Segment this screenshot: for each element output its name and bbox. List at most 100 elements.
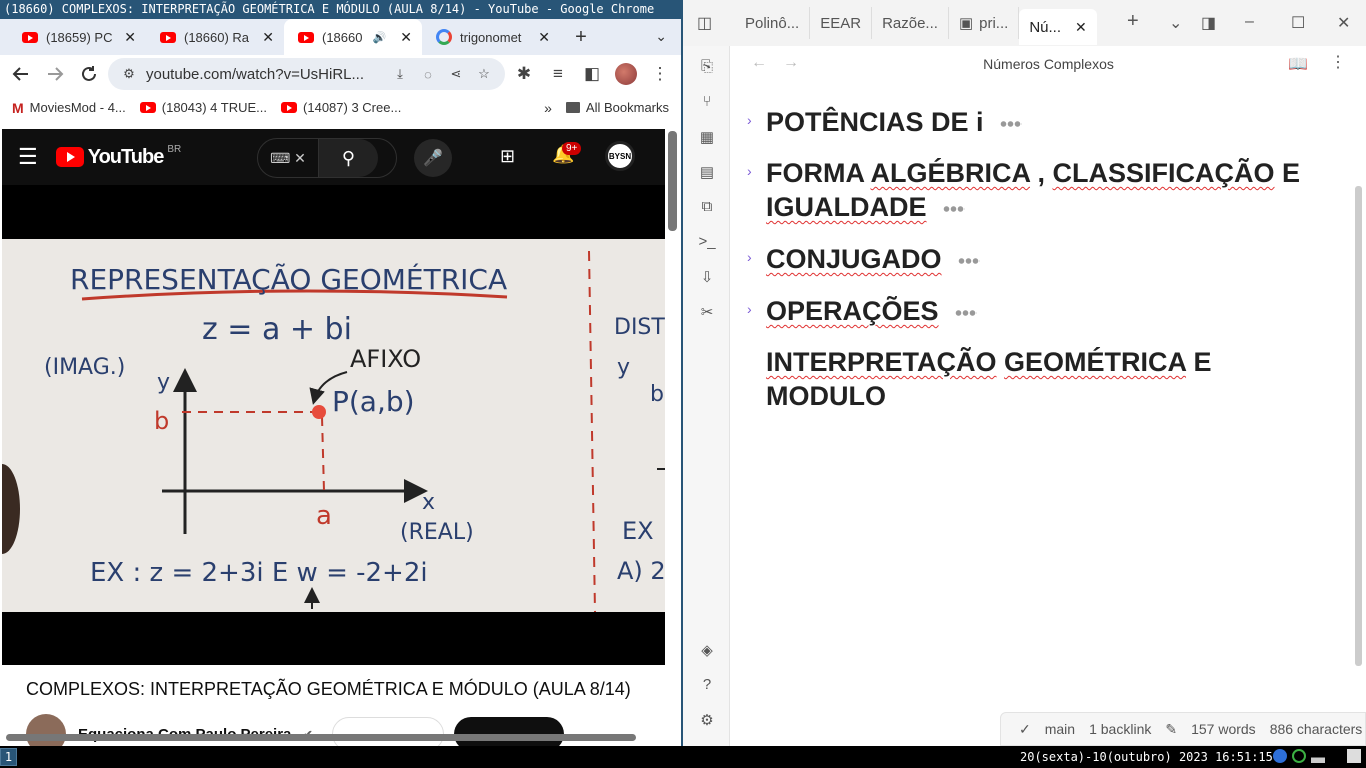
tab-2-active[interactable]: (18660 🔊 ✕ xyxy=(284,19,422,55)
sidebar-toggle-icon[interactable]: ◫ xyxy=(697,13,712,33)
obsidian-tab[interactable]: EEAR xyxy=(810,7,873,39)
tab-3[interactable]: trigonomet ✕ xyxy=(422,19,560,55)
close-icon[interactable]: ✕ xyxy=(538,29,550,46)
youtube-logo[interactable]: YouTube BR xyxy=(55,144,181,169)
obsidian-tab[interactable]: Razõe... xyxy=(872,7,949,39)
vertical-scrollbar[interactable] xyxy=(668,131,677,231)
reading-view-book-icon[interactable]: 📖 xyxy=(1288,54,1308,74)
bookmark-item[interactable]: (18043) 4 TRUE... xyxy=(139,100,267,115)
obsidian-tab[interactable]: ▣ pri... xyxy=(949,7,1020,39)
graph-view-icon[interactable]: ⑂ xyxy=(697,93,717,110)
obsidian-tab[interactable]: Polinô... xyxy=(735,7,811,39)
collapsed-ellipsis-icon[interactable] xyxy=(999,119,1022,128)
open-quick-switcher-icon[interactable]: ⎘ xyxy=(697,58,717,75)
more-options-icon[interactable]: ⋮ xyxy=(1330,52,1346,72)
share-icon[interactable]: ⋖ xyxy=(445,66,467,82)
channel-avatar[interactable] xyxy=(26,714,66,746)
collapsed-ellipsis-icon[interactable] xyxy=(954,308,977,317)
youtube-search-box[interactable]: ⌨ ✕ ⚲ xyxy=(257,138,397,178)
note-title[interactable]: Números Complexos xyxy=(731,56,1366,72)
tab-strip: (18659) PC ✕ (18660) Ra ✕ (18660 🔊 ✕ tri… xyxy=(0,19,681,55)
daily-note-calendar-icon[interactable]: ▤ xyxy=(697,163,717,181)
fold-chevron-icon[interactable]: › xyxy=(747,249,752,265)
close-icon[interactable]: ✕ xyxy=(262,29,274,46)
close-icon[interactable]: ✕ xyxy=(1075,19,1087,36)
vault-switcher-icon[interactable]: ◈ xyxy=(697,641,717,659)
sync-check-icon[interactable]: ✓ xyxy=(1019,721,1031,738)
bookmark-item[interactable]: M MoviesMod - 4... xyxy=(12,100,126,116)
command-palette-icon[interactable]: >_ xyxy=(697,233,717,250)
editor-scrollbar[interactable] xyxy=(1355,186,1362,666)
new-tab-button[interactable]: + xyxy=(566,26,596,49)
site-info-icon[interactable]: ⚙ xyxy=(118,66,140,82)
video-player[interactable]: REPRESENTAÇÃO GEOMÉTRICA z = a + bi (IMA… xyxy=(2,185,665,665)
heading-potencias[interactable]: POTÊNCIAS DE i xyxy=(766,105,1326,139)
heading-interpretacao[interactable]: INTERPRETAÇÃO GEOMÉTRICA E MODULO xyxy=(766,345,1326,413)
url-text[interactable]: youtube.com/watch?v=UsHiRL... xyxy=(146,66,383,83)
eye-off-icon[interactable]: ◌ xyxy=(417,67,439,82)
heading-conjugado[interactable]: CONJUGADO xyxy=(766,242,1326,276)
account-avatar[interactable]: BYSN xyxy=(605,141,635,171)
tab-0[interactable]: (18659) PC ✕ xyxy=(8,19,146,55)
workspace-button[interactable]: 1 xyxy=(0,748,17,766)
install-icon[interactable]: ⤓ xyxy=(389,66,411,82)
side-panel-icon[interactable]: ◧ xyxy=(577,59,607,89)
heading-forma-algebrica[interactable]: FORMA ALGÉBRICA , CLASSIFICAÇÃO E IGUALD… xyxy=(766,156,1326,224)
heading-operacoes[interactable]: OPERAÇÕES xyxy=(766,294,1326,328)
edit-pencil-icon[interactable]: ✎ xyxy=(1165,721,1177,738)
help-icon[interactable]: ? xyxy=(697,676,717,693)
obsidian-tab-active[interactable]: Nú... ✕ xyxy=(1019,9,1097,45)
microphone-icon[interactable]: 🎤 xyxy=(414,139,452,177)
reload-icon[interactable] xyxy=(74,59,104,89)
back-arrow-icon[interactable] xyxy=(6,59,36,89)
backlink-count[interactable]: 1 backlink xyxy=(1089,721,1151,737)
fold-chevron-icon[interactable]: › xyxy=(747,163,752,179)
extensions-puzzle-icon[interactable]: ✱ xyxy=(509,59,539,89)
bluetooth-icon[interactable] xyxy=(1273,749,1287,763)
collapsed-ellipsis-icon[interactable] xyxy=(942,204,965,213)
power-icon[interactable] xyxy=(1347,749,1361,763)
settings-gear-icon[interactable]: ⚙ xyxy=(697,711,717,729)
tab-1[interactable]: (18660) Ra ✕ xyxy=(146,19,284,55)
hamburger-menu-icon[interactable]: ☰ xyxy=(18,144,38,170)
collapsed-ellipsis-icon[interactable] xyxy=(957,256,980,265)
maximize-icon[interactable]: ☐ xyxy=(1291,13,1305,33)
bookmarks-overflow-icon[interactable]: » xyxy=(544,100,552,116)
tab-search-chevron-icon[interactable]: ⌄ xyxy=(655,28,667,45)
new-tab-plus-icon[interactable]: + xyxy=(1127,10,1139,33)
subscribe-button[interactable] xyxy=(454,717,564,746)
fold-chevron-icon[interactable]: › xyxy=(747,112,752,128)
canvas-icon[interactable]: ▦ xyxy=(697,128,717,146)
horizontal-scrollbar[interactable] xyxy=(6,734,636,741)
minimize-icon[interactable]: – xyxy=(1245,13,1254,31)
close-icon[interactable]: ✕ xyxy=(400,29,412,46)
media-control-icon[interactable]: ≡ xyxy=(543,59,573,89)
create-video-icon[interactable]: ⊞ xyxy=(500,146,515,167)
keyboard-clear-icon[interactable]: ⌨ ✕ xyxy=(258,150,318,167)
chevron-down-icon[interactable]: ⌄ xyxy=(1169,13,1182,33)
network-signal-icon[interactable] xyxy=(1311,749,1325,763)
right-sidebar-toggle-icon[interactable]: ◨ xyxy=(1201,13,1216,33)
video-frame[interactable]: REPRESENTAÇÃO GEOMÉTRICA z = a + bi (IMA… xyxy=(2,239,665,612)
close-icon[interactable]: ✕ xyxy=(124,29,136,46)
import-icon[interactable]: ⇩ xyxy=(697,268,717,286)
board-formula: z = a + bi xyxy=(202,312,352,347)
templates-copy-icon[interactable]: ⧉ xyxy=(697,198,717,215)
window-close-icon[interactable]: ✕ xyxy=(1337,13,1350,33)
join-button[interactable] xyxy=(332,717,444,746)
search-icon[interactable]: ⚲ xyxy=(318,139,378,177)
star-icon[interactable]: ☆ xyxy=(473,66,495,82)
bookmark-item[interactable]: (14087) 3 Cree... xyxy=(281,100,401,115)
forward-arrow-icon[interactable] xyxy=(40,59,70,89)
google-icon xyxy=(436,29,452,45)
git-branch[interactable]: main xyxy=(1045,721,1075,737)
fold-chevron-icon[interactable]: › xyxy=(747,301,752,317)
address-bar[interactable]: ⚙ youtube.com/watch?v=UsHiRL... ⤓ ◌ ⋖ ☆ xyxy=(108,58,505,90)
tools-icon[interactable]: ✂ xyxy=(697,303,717,321)
sync-icon[interactable] xyxy=(1292,749,1306,763)
profile-avatar[interactable] xyxy=(611,59,641,89)
kebab-menu-icon[interactable]: ⋮ xyxy=(645,59,675,89)
channel-row[interactable]: Equaciona Com Paulo Pereira ✔ xyxy=(26,714,313,746)
all-bookmarks[interactable]: All Bookmarks xyxy=(565,100,669,115)
audio-icon[interactable]: 🔊 xyxy=(373,31,387,44)
